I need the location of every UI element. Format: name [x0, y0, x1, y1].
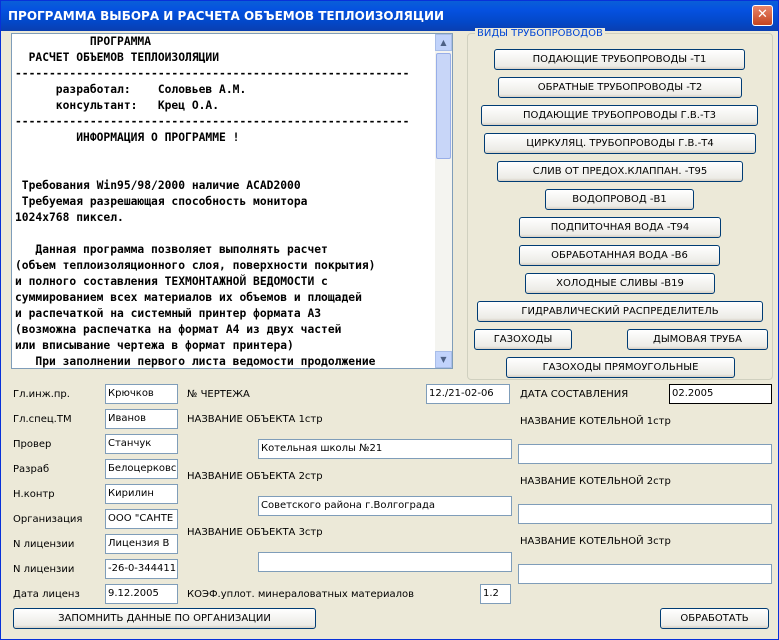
nkontr-field[interactable]: Кирилин — [105, 484, 178, 504]
boiler2-field[interactable] — [518, 504, 772, 524]
gl-spec-field[interactable]: Иванов — [105, 409, 178, 429]
drawing-number-field[interactable]: 12./21-02-06 — [426, 384, 510, 404]
nkontr-label: Н.контр — [13, 489, 55, 500]
gl-inzh-label: Гл.инж.пр. — [13, 389, 70, 400]
license1-label: N лицензии — [13, 539, 75, 550]
coef-field[interactable]: 1.2 — [480, 584, 511, 604]
boiler1-label: НАЗВАНИЕ КОТЕЛЬНОЙ 1стр — [520, 416, 671, 427]
program-info-textbox[interactable]: ПРОГРАММА РАСЧЕТ ОБЪЕМОВ ТЕПЛОИЗОЛЯЦИИ -… — [11, 33, 453, 369]
object3-field[interactable] — [258, 552, 512, 572]
pipe-t2-button[interactable]: ОБРАТНЫЕ ТРУБОПРОВОДЫ -Т2 — [498, 77, 742, 98]
pipe-b6-button[interactable]: ОБРАБОТАННАЯ ВОДА -В6 — [519, 245, 720, 266]
boiler3-field[interactable] — [518, 564, 772, 584]
date-label: ДАТА СОСТАВЛЕНИЯ — [520, 389, 629, 400]
object1-field[interactable]: Котельная школы №21 — [258, 439, 512, 459]
object1-label: НАЗВАНИЕ ОБЪЕКТА 1стр — [187, 414, 323, 425]
object3-label: НАЗВАНИЕ ОБЪЕКТА 3стр — [187, 527, 323, 538]
razrab-label: Разраб — [13, 464, 50, 475]
object2-field[interactable]: Советского района г.Волгограда — [258, 496, 512, 516]
chimney-button[interactable]: ДЫМОВАЯ ТРУБА — [627, 329, 768, 350]
object2-label: НАЗВАНИЕ ОБЪЕКТА 2стр — [187, 471, 323, 482]
close-icon: ✕ — [757, 7, 768, 22]
process-button[interactable]: ОБРАБОТАТЬ — [660, 608, 769, 629]
coef-label: КОЭФ.уплот. минераловатных материалов — [187, 589, 415, 600]
pipe-t94-button[interactable]: ПОДПИТОЧНАЯ ВОДА -Т94 — [519, 217, 721, 238]
pipeline-types-title: ВИДЫ ТРУБОПРОВОДОВ — [475, 28, 605, 39]
info-scrollbar[interactable]: ▲ ▼ — [435, 34, 452, 368]
scroll-down-icon[interactable]: ▼ — [435, 351, 452, 368]
license2-field[interactable]: -26-0-344411 — [105, 559, 178, 579]
remember-org-button[interactable]: ЗАПОМНИТЬ ДАННЫЕ ПО ОРГАНИЗАЦИИ — [13, 608, 316, 629]
pipe-b1-button[interactable]: ВОДОПРОВОД -В1 — [545, 189, 694, 210]
pipe-t1-button[interactable]: ПОДАЮЩИЕ ТРУБОПРОВОДЫ -Т1 — [494, 49, 745, 70]
pipe-b19-button[interactable]: ХОЛОДНЫЕ СЛИВЫ -В19 — [525, 273, 715, 294]
gl-inzh-field[interactable]: Крючков — [105, 384, 178, 404]
main-window: ПРОГРАММА ВЫБОРА И РАСЧЕТА ОБЪЕМОВ ТЕПЛО… — [0, 0, 779, 640]
license1-field[interactable]: Лицензия В — [105, 534, 178, 554]
program-info-text: ПРОГРАММА РАСЧЕТ ОБЪЕМОВ ТЕПЛОИЗОЛЯЦИИ -… — [15, 35, 410, 368]
pipe-t4-button[interactable]: ЦИРКУЛЯЦ. ТРУБОПРОВОДЫ Г.В.-Т4 — [484, 133, 756, 154]
scroll-up-icon[interactable]: ▲ — [435, 34, 452, 51]
boiler3-label: НАЗВАНИЕ КОТЕЛЬНОЙ 3стр — [520, 536, 671, 547]
razrab-field[interactable]: Белоцерковс — [105, 459, 178, 479]
boiler1-field[interactable] — [518, 444, 772, 464]
gl-spec-label: Гл.спец.ТМ — [13, 414, 72, 425]
prover-label: Провер — [13, 439, 52, 450]
drawing-number-label: № ЧЕРТЕЖА — [187, 389, 250, 400]
boiler2-label: НАЗВАНИЕ КОТЕЛЬНОЙ 2стр — [520, 476, 671, 487]
rectangular-flues-button[interactable]: ГАЗОХОДЫ ПРЯМОУГОЛЬНЫЕ — [506, 357, 735, 378]
date-field[interactable]: 02.2005 — [669, 384, 772, 404]
license-date-field[interactable]: 9.12.2005 — [105, 584, 178, 604]
window-title: ПРОГРАММА ВЫБОРА И РАСЧЕТА ОБЪЕМОВ ТЕПЛО… — [8, 9, 445, 23]
flues-button[interactable]: ГАЗОХОДЫ — [474, 329, 572, 350]
org-field[interactable]: ООО "САНТЕ — [105, 509, 178, 529]
title-bar: ПРОГРАММА ВЫБОРА И РАСЧЕТА ОБЪЕМОВ ТЕПЛО… — [1, 1, 778, 31]
org-label: Организация — [13, 514, 83, 525]
pipe-t95-button[interactable]: СЛИВ ОТ ПРЕДОХ.КЛАППАН. -Т95 — [497, 161, 743, 182]
prover-field[interactable]: Станчук — [105, 434, 178, 454]
pipe-t3-button[interactable]: ПОДАЮЩИЕ ТРУБОПРОВОДЫ Г.В.-Т3 — [481, 105, 758, 126]
license2-label: N лицензии — [13, 564, 75, 575]
scroll-thumb[interactable] — [436, 53, 451, 159]
license-date-label: Дата лиценз — [13, 589, 80, 600]
hydraulic-distributor-button[interactable]: ГИДРАВЛИЧЕСКИЙ РАСПРЕДЕЛИТЕЛЬ — [477, 301, 763, 322]
close-button[interactable]: ✕ — [752, 5, 773, 26]
